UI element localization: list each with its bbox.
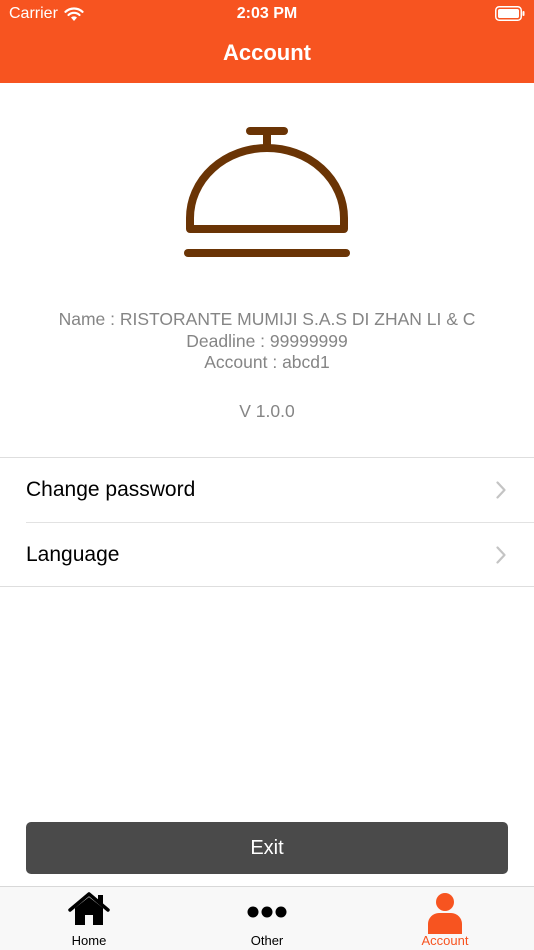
chevron-right-icon [496,481,506,499]
tab-bar: Home Other Account [0,886,534,950]
status-time: 2:03 PM [236,5,298,22]
person-icon [428,893,462,934]
battery-icon [495,6,525,21]
tab-account[interactable]: Account [356,887,534,950]
app-version: V 1.0.0 [239,401,295,421]
tab-home[interactable]: Home [0,887,178,950]
home-icon [68,892,110,925]
tab-label: Other [250,933,284,948]
exit-button[interactable]: Exit [26,822,508,874]
tab-label: Home [71,933,107,948]
chevron-right-icon [496,546,506,564]
profile-info: Name : RISTORANTE MUMIJI S.A.S DI ZHAN L… [0,309,534,374]
menu-item-label: Language [26,542,120,566]
menu-item-language[interactable]: Language [26,522,534,586]
menu-item-label: Change password [26,478,196,501]
profile-name: Name : RISTORANTE MUMIJI S.A.S DI ZHAN L… [58,309,476,329]
service-bell-icon [184,127,350,257]
tab-other[interactable]: Other [178,887,356,950]
tab-label: Account [421,933,469,948]
menu-item-change-password[interactable]: Change password [26,458,534,522]
page-title: Account [223,40,311,65]
profile-account: Account : abcd1 [204,352,330,372]
settings-list: Change password Language [0,457,534,587]
header: Carrier 2:03 PM Account [0,0,534,83]
profile-deadline: Deadline : 99999999 [186,330,348,351]
more-icon [247,906,287,918]
status-bar: Carrier 2:03 PM [0,0,534,28]
